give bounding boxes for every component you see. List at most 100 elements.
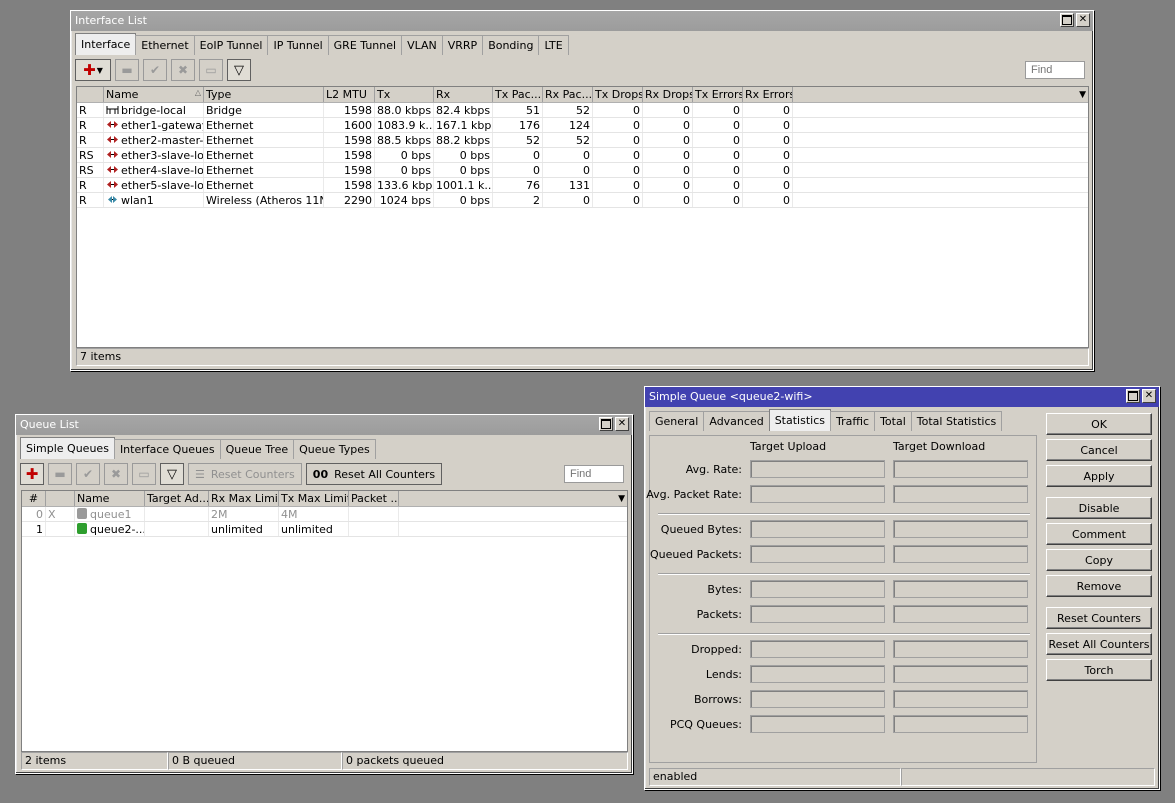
tab-simple-queues[interactable]: Simple Queues [20,437,115,459]
add-button[interactable]: ✚ [20,463,44,485]
comment-button[interactable]: ▭ [199,59,223,81]
chevron-down-icon: ▼ [96,65,103,75]
col-tx-drops[interactable]: Tx Drops [593,87,643,102]
apply-button[interactable]: Apply [1046,465,1152,487]
col-rx-max-limit[interactable]: Rx Max Limit [209,491,279,506]
rx-drops-cell: 0 [643,178,693,192]
col-tx-max-limit[interactable]: Tx Max Limit [279,491,349,506]
disable-button[interactable]: Disable [1046,497,1152,519]
table-row[interactable]: Rwlan1 Wireless (Atheros 11N) 2290 1024 bps… [77,193,1088,208]
tab-eoip-tunnel[interactable]: EoIP Tunnel [193,35,269,55]
tab-statistics[interactable]: Statistics [768,409,831,431]
torch-button[interactable]: Torch [1046,659,1152,681]
queue-icon [77,508,87,519]
table-row[interactable]: Rether1-gateway Ethernet 1600 1083.9 k... 16… [77,118,1088,133]
tx-cell: 133.6 kbps [377,178,434,192]
col-type[interactable]: Type [204,87,324,102]
table-row[interactable]: Rether5-slave-lo...Ethernet1598133.6 kbp… [77,178,1088,193]
maximize-icon[interactable] [599,417,613,431]
reset-counters-button[interactable]: ☰ Reset Counters [188,463,302,485]
tab-gre-tunnel[interactable]: GRE Tunnel [327,35,403,55]
ok-button[interactable]: OK [1046,413,1152,435]
copy-button[interactable]: Copy [1046,549,1152,571]
col-name[interactable]: Name △ [104,87,204,102]
rx-errors-cell: 0 [743,118,793,132]
col-flags[interactable] [77,87,104,102]
tab-interface[interactable]: Interface [75,33,137,55]
col-rx-errors[interactable]: Rx Errors [743,87,793,102]
col-rx-packets[interactable]: Rx Pac... [543,87,593,102]
col-packet-marks[interactable]: Packet ... [349,491,399,506]
rx-drops-cell: 0 [643,118,693,132]
tab-queue-types[interactable]: Queue Types [293,439,376,459]
tab-queue-tree[interactable]: Queue Tree [219,439,295,459]
tab-total-statistics[interactable]: Total Statistics [910,411,1003,431]
reset-counters-button[interactable]: Reset Counters [1046,607,1152,629]
column-menu-icon[interactable]: ▼ [1079,90,1086,100]
tab-interface-queues[interactable]: Interface Queues [113,439,221,459]
tab-traffic[interactable]: Traffic [830,411,876,431]
table-row[interactable]: 1 queue2-... unlimited unlimited [22,522,627,537]
filter-button[interactable]: ▽ [227,59,251,81]
comment-button[interactable]: ▭ [132,463,156,485]
remove-button[interactable]: Remove [1046,575,1152,597]
table-row[interactable]: RSether4-slave-lo...Ethernet15980 bps0 b… [77,163,1088,178]
name-text: ether2-master-l... [121,134,204,147]
tab-ethernet[interactable]: Ethernet [135,35,195,55]
col-number[interactable]: # [22,491,46,506]
table-row[interactable]: RSether3-slave-lo...Ethernet15980 bps0 b… [77,148,1088,163]
filter-icon: ▽ [234,62,244,78]
disable-button[interactable]: ✖ [104,463,128,485]
interface-list-titlebar[interactable]: Interface List ✕ [71,11,1093,31]
close-icon[interactable]: ✕ [1076,13,1090,27]
interface-rows: Rbridge-local Bridge 1598 88.0 kbps 82.4 kbp… [77,103,1088,208]
enable-button[interactable]: ✔ [76,463,100,485]
maximize-icon[interactable] [1060,13,1074,27]
tx-errors-cell: 0 [693,193,743,207]
queued-packets-download-field [893,545,1028,563]
col-rx-drops[interactable]: Rx Drops [643,87,693,102]
remove-button[interactable]: ▬ [115,59,139,81]
tab-vrrp[interactable]: VRRP [441,35,484,55]
tab-ip-tunnel[interactable]: IP Tunnel [267,35,329,55]
reset-all-counters-button[interactable]: Reset All Counters [1046,633,1152,655]
tab-vlan[interactable]: VLAN [401,35,443,55]
col-l2mtu[interactable]: L2 MTU [324,87,375,102]
col-name[interactable]: Name [75,491,145,506]
col-tx-errors[interactable]: Tx Errors [693,87,743,102]
minus-icon: ▬ [54,467,66,481]
col-target-address[interactable]: Target Ad... [145,491,209,506]
pcq-queues-upload-field [750,715,885,733]
table-row[interactable]: Rether2-master-l...Ethernet159888.5 kbps… [77,133,1088,148]
remove-button[interactable]: ▬ [48,463,72,485]
simple-queue-titlebar[interactable]: Simple Queue <queue2-wifi> ✕ [645,387,1159,407]
table-row[interactable]: Rbridge-local Bridge 1598 88.0 kbps 82.4 kbp… [77,103,1088,118]
rx-cell: 0 bps [434,163,493,177]
col-tx[interactable]: Tx [375,87,434,102]
find-input[interactable] [1025,61,1085,79]
table-row[interactable]: 0 Xqueue1 2M 4M [22,507,627,522]
target-cell [145,522,209,536]
tab-lte[interactable]: LTE [538,35,569,55]
reset-all-counters-button[interactable]: 00 Reset All Counters [305,463,443,485]
close-icon[interactable]: ✕ [1142,389,1156,403]
close-icon[interactable]: ✕ [615,417,629,431]
cancel-button[interactable]: Cancel [1046,439,1152,461]
queue-list-titlebar[interactable]: Queue List ✕ [16,415,632,435]
tab-bonding[interactable]: Bonding [482,35,540,55]
filter-button[interactable]: ▽ [160,463,184,485]
tab-general[interactable]: General [649,411,705,431]
maximize-icon[interactable] [1126,389,1140,403]
comment-button[interactable]: Comment [1046,523,1152,545]
col-rx[interactable]: Rx [434,87,493,102]
add-button[interactable]: ✚ ▼ [75,59,111,81]
disable-button[interactable]: ✖ [171,59,195,81]
rx-packets-cell: 131 [543,178,593,192]
enable-button[interactable]: ✔ [143,59,167,81]
col-tx-packets[interactable]: Tx Pac... [493,87,543,102]
tab-advanced[interactable]: Advanced [703,411,770,431]
tab-total[interactable]: Total [874,411,912,431]
name-text: ether4-slave-lo... [121,164,204,177]
col-flags[interactable] [46,491,75,506]
check-icon: ✔ [149,63,161,77]
